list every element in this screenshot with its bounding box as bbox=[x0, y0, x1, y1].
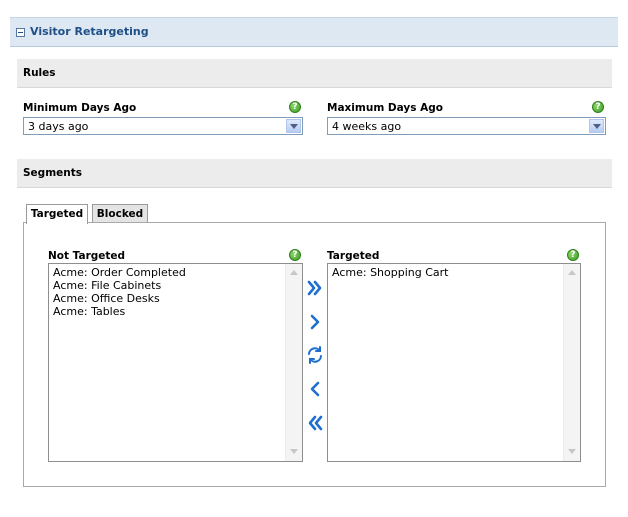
tab-targeted[interactable]: Targeted bbox=[26, 204, 88, 224]
rules-section-bar: Rules bbox=[17, 59, 612, 88]
scroll-up-icon[interactable] bbox=[288, 267, 300, 279]
min-days-select[interactable]: 3 days ago bbox=[23, 117, 303, 135]
segments-title: Segments bbox=[23, 167, 83, 179]
scroll-up-icon[interactable] bbox=[566, 267, 578, 279]
rules-title: Rules bbox=[23, 67, 56, 79]
min-days-value: 3 days ago bbox=[28, 120, 89, 133]
chevron-right-icon bbox=[310, 314, 320, 330]
list-item[interactable]: Acme: Tables bbox=[53, 305, 125, 318]
max-days-value: 4 weeks ago bbox=[332, 120, 402, 133]
move-left-button[interactable] bbox=[305, 379, 325, 399]
targeted-help-icon[interactable]: ? bbox=[567, 249, 579, 261]
move-all-left-button[interactable] bbox=[305, 413, 325, 433]
segments-section-bar: Segments bbox=[17, 159, 612, 188]
max-days-select[interactable]: 4 weeks ago bbox=[327, 117, 606, 135]
move-right-button[interactable] bbox=[305, 312, 325, 332]
collapse-icon[interactable] bbox=[16, 28, 25, 37]
scrollbar[interactable] bbox=[563, 264, 580, 461]
scrollbar[interactable] bbox=[285, 264, 302, 461]
list-item[interactable]: Acme: Order Completed bbox=[53, 266, 186, 279]
chevron-down-icon[interactable] bbox=[286, 119, 301, 133]
not-targeted-label: Not Targeted bbox=[48, 250, 126, 262]
tab-blocked[interactable]: Blocked bbox=[92, 204, 148, 223]
list-item[interactable]: Acme: Office Desks bbox=[53, 292, 160, 305]
move-all-right-button[interactable] bbox=[305, 278, 325, 298]
list-item[interactable]: Acme: Shopping Cart bbox=[332, 266, 448, 279]
chevron-down-icon[interactable] bbox=[589, 119, 604, 133]
max-days-label: Maximum Days Ago bbox=[327, 102, 444, 114]
min-days-help-icon[interactable]: ? bbox=[289, 101, 301, 113]
targeted-listbox[interactable]: Acme: Shopping Cart bbox=[327, 263, 581, 462]
panel-title: Visitor Retargeting bbox=[30, 25, 149, 38]
double-chevron-left-icon bbox=[308, 415, 323, 431]
scroll-down-icon[interactable] bbox=[566, 446, 578, 458]
list-item[interactable]: Acme: File Cabinets bbox=[53, 279, 161, 292]
min-days-label: Minimum Days Ago bbox=[23, 102, 137, 114]
swap-button[interactable] bbox=[305, 345, 325, 365]
scroll-down-icon[interactable] bbox=[288, 446, 300, 458]
refresh-icon bbox=[308, 346, 322, 364]
max-days-help-icon[interactable]: ? bbox=[592, 101, 604, 113]
panel-header: Visitor Retargeting bbox=[10, 17, 618, 47]
not-targeted-listbox[interactable]: Acme: Order Completed Acme: File Cabinet… bbox=[48, 263, 303, 462]
chevron-left-icon bbox=[310, 381, 320, 397]
not-targeted-help-icon[interactable]: ? bbox=[289, 249, 301, 261]
targeted-label: Targeted bbox=[327, 250, 380, 262]
double-chevron-right-icon bbox=[307, 280, 322, 296]
